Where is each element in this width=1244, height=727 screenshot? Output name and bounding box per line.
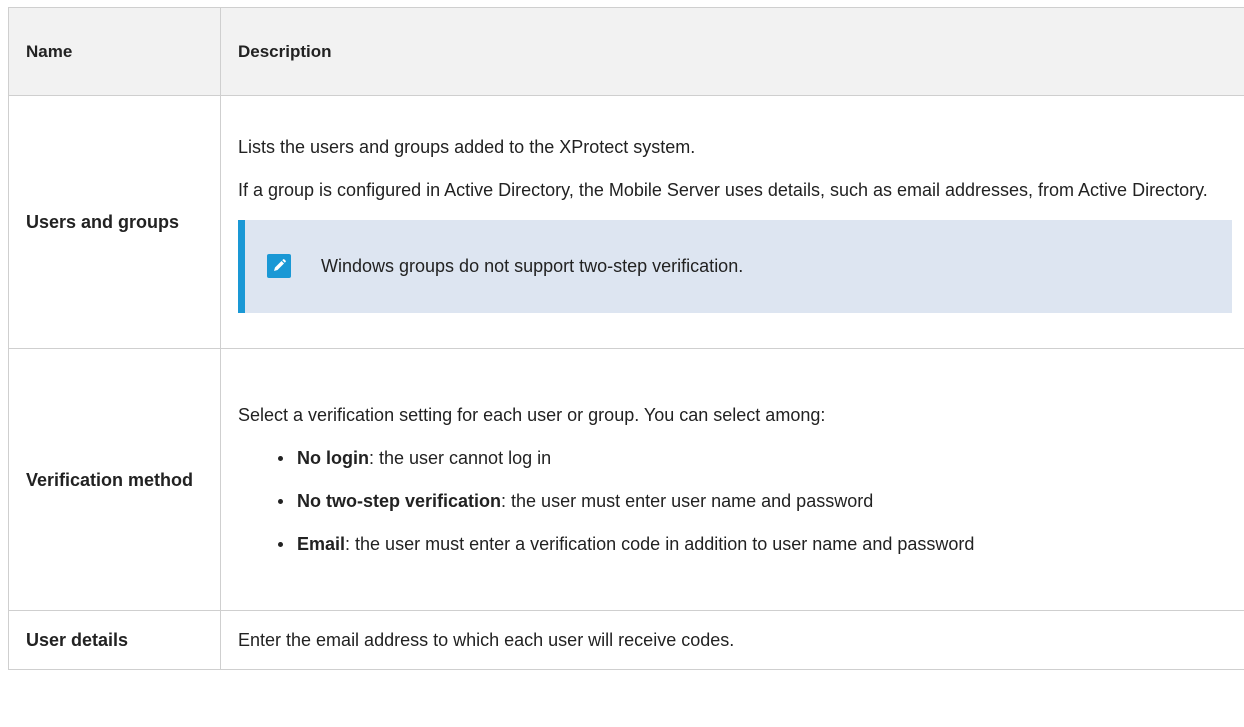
column-header-description: Description [220,7,1244,96]
verification-options-list: No login: the user cannot log in No two-… [238,443,1232,559]
note-box: Windows groups do not support two-step v… [238,219,1232,313]
row-description-cell: Enter the email address to which each us… [220,610,1244,670]
table-row-user-details: User details Enter the email address to … [8,610,1244,670]
option-term: No two-step verification [297,491,502,511]
option-text: : the user must enter user name and pass… [501,491,874,511]
list-item: No login: the user cannot log in [278,443,1232,473]
option-text: : the user cannot log in [368,448,552,468]
row-name-cell: Verification method [8,348,221,611]
row-description-cell: Lists the users and groups added to the … [220,95,1244,349]
row-name-cell: Users and groups [8,95,221,349]
list-item: Email: the user must enter a verificatio… [278,529,1232,559]
list-item: No two-step verification: the user must … [278,486,1232,516]
note-text: Windows groups do not support two-step v… [321,256,744,276]
pencil-icon [267,254,291,278]
option-term: No login [297,448,369,468]
table-row-verification-method: Verification method Select a verificatio… [8,348,1244,611]
column-header-name: Name [8,7,221,96]
option-text: : the user must enter a verification cod… [345,534,975,554]
table-header-row: Name Description [8,7,1244,96]
description-paragraph: If a group is configured in Active Direc… [238,179,1208,200]
row-description-cell: Select a verification setting for each u… [220,348,1244,611]
description-intro: Select a verification setting for each u… [238,405,826,425]
option-term: Email [297,534,346,554]
row-name-cell: User details [8,610,221,670]
description-paragraph: Lists the users and groups added to the … [238,136,696,157]
settings-table: Name Description Users and groups Lists … [8,7,1244,670]
table-row-users-and-groups: Users and groups Lists the users and gro… [8,95,1244,349]
